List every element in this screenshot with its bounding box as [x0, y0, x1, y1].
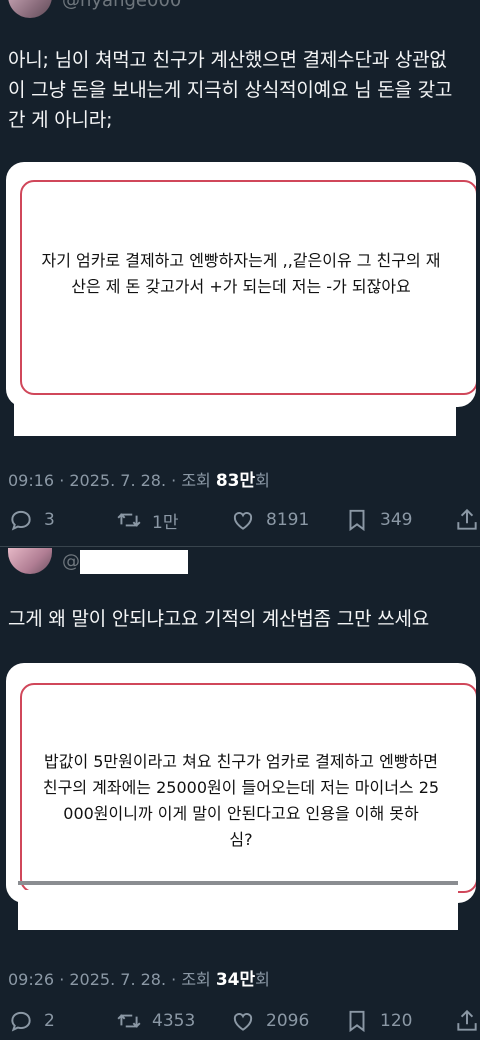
retweet-count: 1만: [152, 512, 179, 533]
time-text: 09:16 · 2025. 7. 28. · 조회: [8, 471, 216, 490]
bookmark-count: 120: [380, 1011, 413, 1031]
reply-count: 2: [44, 1011, 55, 1031]
retweet-button[interactable]: 1만: [116, 505, 178, 535]
like-button[interactable]: 2096: [230, 1006, 309, 1036]
retweet-icon: [117, 1014, 141, 1028]
tweet-text-line: 간 게 아니라;: [8, 109, 113, 131]
reply-icon: [11, 1011, 31, 1032]
user-handle[interactable]: @hyange000: [62, 0, 181, 11]
bookmark-button[interactable]: 120: [344, 1006, 412, 1036]
like-count: 8191: [266, 510, 310, 530]
bookmark-count: 349: [380, 510, 413, 530]
tweet-text: 아니; 님이 쳐먹고 친구가 계산했으면 결제수단과 상관없 이 그냥 돈을 보…: [8, 45, 478, 135]
tweet-text-line: 이 그냥 돈을 보내는게 지극히 상식적이예요 님 돈을 갖고: [8, 79, 453, 101]
card-text: 자기 엄카로 결제하고 엔빵하자는게 ,,같은이유 그 친구의 재 산은 제 돈…: [6, 248, 476, 300]
reply-button[interactable]: 2: [8, 1006, 55, 1036]
retweet-count: 4353: [152, 1011, 196, 1031]
view-count: 83만: [215, 471, 256, 491]
card-text-line: 친구의 계좌에는 25000원이 들어오는데 저는 마이너스 25: [42, 778, 440, 797]
avatar[interactable]: [8, 548, 52, 574]
reply-button[interactable]: 3: [8, 505, 55, 535]
quoted-image-card[interactable]: 자기 엄카로 결제하고 엔빵하자는게 ,,같은이유 그 친구의 재 산은 제 돈…: [6, 162, 476, 407]
card-text-line: 산은 제 돈 갖고가서 +가 되는데 저는 -가 되잖아요: [71, 277, 411, 296]
tweet-divider: [0, 546, 480, 547]
reply-icon: [11, 510, 31, 531]
avatar[interactable]: [8, 0, 52, 18]
card-text-line: 자기 엄카로 결제하고 엔빵하자는게 ,,같은이유 그 친구의 재: [41, 251, 441, 270]
view-suffix: 회: [255, 471, 270, 490]
bookmark-icon: [349, 1010, 365, 1033]
card-text: 밥값이 5만원이라고 쳐요 친구가 엄카로 결제하고 엔빵하면 친구의 계좌에는…: [6, 749, 476, 853]
handle-redaction: [80, 550, 188, 574]
share-icon: [457, 508, 477, 530]
action-bar: 2 4353 2096 120: [0, 1006, 480, 1036]
image-bottom-strip: [14, 400, 456, 436]
share-icon: [457, 1009, 477, 1031]
card-text-line: 밥값이 5만원이라고 쳐요 친구가 엄카로 결제하고 엔빵하면: [44, 752, 438, 771]
tweet-timestamp[interactable]: 09:26 · 2025. 7. 28. · 조회 34만회: [8, 965, 270, 990]
retweet-button[interactable]: 4353: [116, 1006, 195, 1036]
user-handle[interactable]: @: [62, 551, 80, 572]
reply-count: 3: [44, 510, 55, 530]
card-text-line: 000원이니까 이게 말이 안된다고요 인용을 이해 못하: [63, 804, 419, 823]
like-icon: [233, 511, 253, 530]
share-button[interactable]: [454, 505, 480, 535]
tweet-text: 그게 왜 말이 안되냐고요 기적의 계산법좀 그만 쓰세요: [8, 608, 430, 630]
image-bottom-strip: [18, 890, 458, 930]
action-bar: 3 1만 8191 349: [0, 505, 480, 535]
like-count: 2096: [266, 1011, 310, 1031]
quoted-image-card[interactable]: 밥값이 5만원이라고 쳐요 친구가 엄카로 결제하고 엔빵하면 친구의 계좌에는…: [6, 663, 476, 903]
card-text-line: 심?: [229, 830, 253, 849]
card-gray-bar: [18, 881, 458, 885]
bookmark-icon: [349, 509, 365, 532]
time-text: 09:26 · 2025. 7. 28. · 조회: [8, 970, 216, 989]
tweet-timestamp[interactable]: 09:16 · 2025. 7. 28. · 조회 83만회: [8, 466, 270, 491]
bookmark-button[interactable]: 349: [344, 505, 412, 535]
like-button[interactable]: 8191: [230, 505, 309, 535]
retweet-icon: [117, 513, 141, 527]
view-count: 34만: [215, 970, 256, 990]
share-button[interactable]: [454, 1006, 480, 1036]
tweet-text-line: 아니; 님이 쳐먹고 친구가 계산했으면 결제수단과 상관없: [8, 49, 447, 71]
view-suffix: 회: [255, 970, 270, 989]
like-icon: [233, 1012, 253, 1031]
